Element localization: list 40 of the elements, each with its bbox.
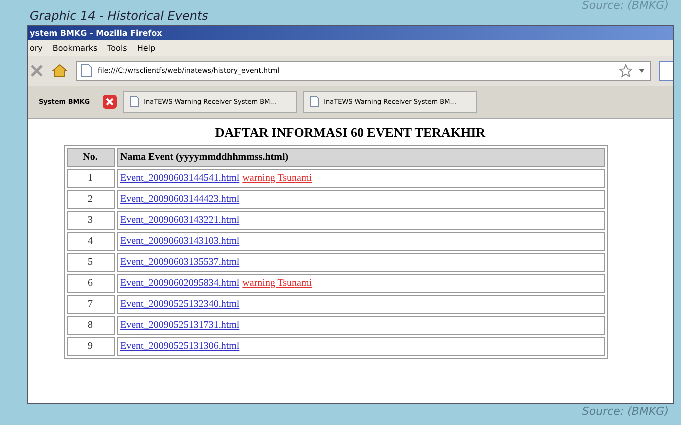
stop-icon[interactable]: [30, 64, 44, 78]
event-link[interactable]: Event_20090602095834.html: [120, 278, 240, 289]
menu-item[interactable]: Bookmarks: [52, 44, 98, 52]
event-link[interactable]: Event_20090525132340.html: [120, 299, 240, 310]
page-icon: [310, 96, 320, 108]
page-icon: [81, 64, 93, 78]
row-number: 2: [66, 190, 114, 209]
event-link[interactable]: Event_20090525131306.html: [120, 341, 240, 352]
event-link[interactable]: Event_20090603144423.html: [120, 194, 240, 205]
row-number: 6: [66, 274, 114, 293]
column-header: Nama Event (yyyymmddhhmmss.html): [116, 148, 604, 167]
event-link[interactable]: Event_20090603143221.html: [120, 215, 240, 226]
figure-caption: Graphic 14 - Historical Events: [30, 9, 208, 23]
event-link[interactable]: Event_20090603144541.html: [120, 173, 240, 184]
page-icon: [130, 96, 140, 108]
column-header: No.: [66, 148, 114, 167]
menu-item[interactable]: ory: [30, 44, 43, 52]
row-number: 1: [66, 169, 114, 188]
source-note: Source: (BMKG): [582, 0, 669, 11]
event-link[interactable]: Event_20090603135537.html: [120, 257, 240, 268]
source-note: Source: (BMKG): [582, 405, 669, 418]
event-link[interactable]: Event_20090603143103.html: [120, 236, 240, 247]
home-icon[interactable]: [52, 64, 68, 78]
row-number: 9: [66, 337, 114, 356]
search-field[interactable]: [659, 61, 673, 81]
tsunami-warning-link[interactable]: warning Tsunami: [242, 278, 312, 289]
row-number: 8: [66, 316, 114, 335]
tsunami-warning-link[interactable]: warning Tsunami: [242, 173, 312, 184]
close-icon[interactable]: [103, 95, 118, 109]
menu-item[interactable]: Help: [137, 44, 156, 52]
window-title: ystem BMKG - Mozilla Firefox: [30, 28, 162, 38]
page-heading: DAFTAR INFORMASI 60 EVENT TERAKHIR: [215, 125, 486, 141]
event-link[interactable]: Event_20090525131731.html: [120, 320, 240, 331]
menu-item[interactable]: Tools: [108, 44, 128, 52]
row-number: 7: [66, 295, 114, 314]
dropdown-icon[interactable]: [638, 68, 646, 74]
row-number: 4: [66, 232, 114, 251]
star-icon[interactable]: [619, 64, 633, 78]
row-number: 3: [66, 211, 114, 230]
row-number: 5: [66, 253, 114, 272]
